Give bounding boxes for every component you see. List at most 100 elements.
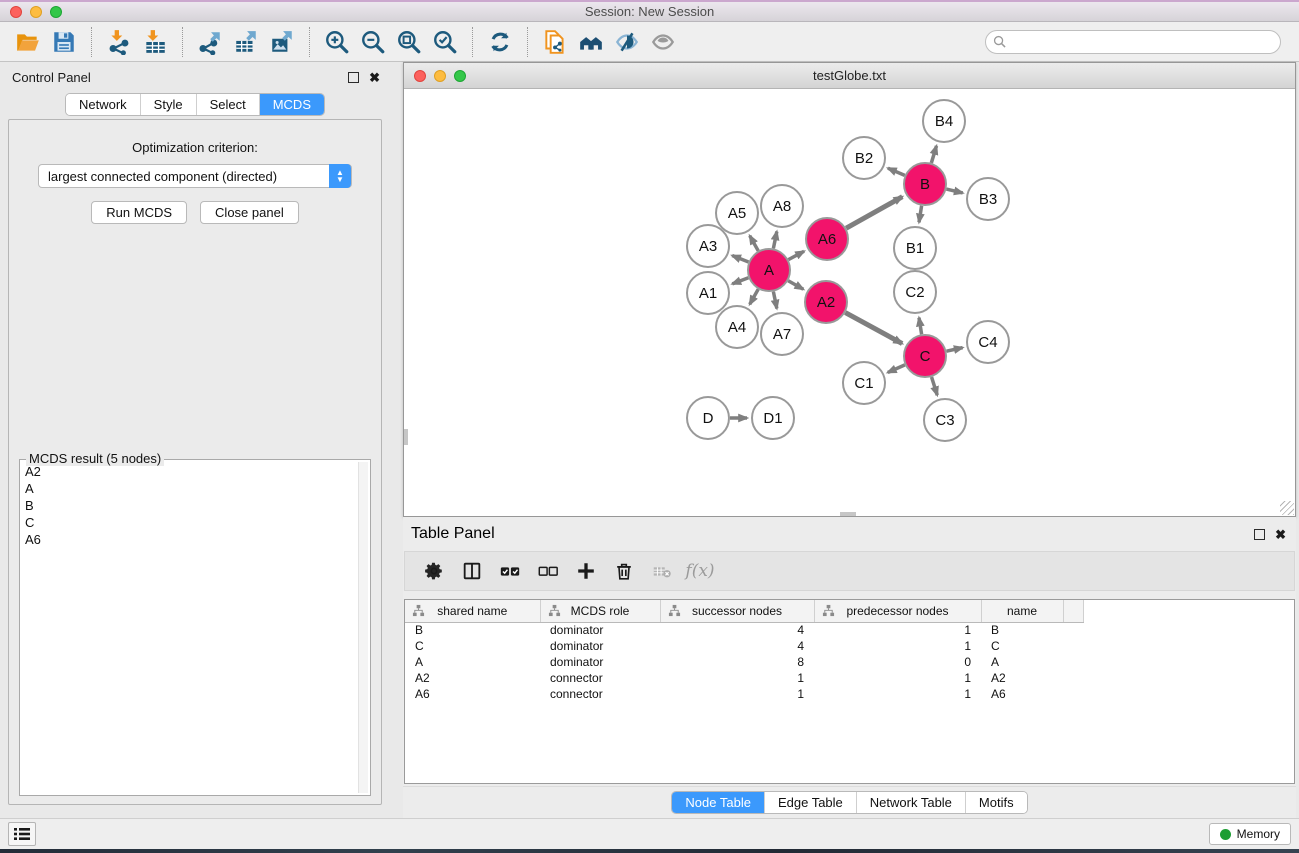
apply-layout-refresh-icon[interactable] — [482, 25, 518, 59]
select-all-icon[interactable] — [491, 554, 529, 588]
deselect-all-icon[interactable] — [529, 554, 567, 588]
tab-select[interactable]: Select — [196, 94, 259, 115]
zoom-out-icon[interactable] — [355, 25, 391, 59]
mcds-result-item[interactable]: A2 — [22, 463, 357, 480]
zoom-fit-icon[interactable] — [391, 25, 427, 59]
hide-graphics-details-icon[interactable] — [609, 25, 645, 59]
table-row[interactable]: Cdominator41C — [405, 638, 1083, 654]
column-header-predecessor-nodes[interactable]: predecessor nodes — [814, 600, 981, 622]
export-network-icon[interactable] — [192, 25, 228, 59]
graph-node-A3[interactable]: A3 — [687, 225, 729, 267]
tab-node-table[interactable]: Node Table — [672, 792, 764, 813]
close-panel-icon[interactable]: ✖ — [369, 72, 380, 83]
graph-node-A6[interactable]: A6 — [806, 218, 848, 260]
graph-node-C3[interactable]: C3 — [924, 399, 966, 441]
memory-button[interactable]: Memory — [1209, 823, 1291, 845]
result-scrollbar[interactable] — [358, 462, 368, 793]
tab-motifs[interactable]: Motifs — [965, 792, 1027, 813]
new-network-from-selection-icon[interactable] — [537, 25, 573, 59]
zoom-selected-icon[interactable] — [427, 25, 463, 59]
graph-edge-B-B3[interactable] — [946, 189, 962, 193]
import-table-icon[interactable] — [137, 25, 173, 59]
resize-grip[interactable] — [1280, 501, 1294, 515]
table-row[interactable]: A2connector11A2 — [405, 670, 1083, 686]
tab-mcds[interactable]: MCDS — [259, 94, 324, 115]
column-header-name[interactable]: name — [981, 600, 1063, 622]
graph-edge-A-A1[interactable] — [732, 278, 748, 284]
run-mcds-button[interactable]: Run MCDS — [91, 201, 187, 224]
close-table-panel-icon[interactable]: ✖ — [1275, 529, 1286, 540]
network-graph[interactable]: B4 B2 B B3 B1 A5A8A6 A3 A A1 A2 C2 A4A7 C4 C C1 C3 D D1 — [404, 89, 1294, 516]
graph-edge-C-C4[interactable] — [946, 348, 962, 352]
search-input[interactable] — [985, 30, 1281, 54]
graph-node-C4[interactable]: C4 — [967, 321, 1009, 363]
delete-column-icon[interactable] — [605, 554, 643, 588]
graph-edge-C-C1[interactable] — [888, 365, 905, 373]
graph-edge-A-A7[interactable] — [773, 292, 776, 309]
mcds-result-item[interactable]: B — [22, 497, 357, 514]
graph-edge-C-C3[interactable] — [932, 377, 938, 395]
horizontal-scroll-thumb[interactable] — [840, 512, 856, 516]
graph-edge-C-C2[interactable] — [919, 318, 922, 335]
task-history-icon[interactable] — [8, 822, 36, 846]
vertical-scroll-thumb[interactable] — [404, 429, 408, 445]
export-image-icon[interactable] — [264, 25, 300, 59]
graph-node-B4[interactable]: B4 — [923, 100, 965, 142]
open-file-icon[interactable] — [10, 25, 46, 59]
graph-node-D1[interactable]: D1 — [752, 397, 794, 439]
mcds-result-item[interactable]: A6 — [22, 531, 357, 548]
graph-edge-A-A6[interactable] — [788, 251, 804, 259]
export-table-icon[interactable] — [228, 25, 264, 59]
tab-network-table[interactable]: Network Table — [856, 792, 965, 813]
table-row[interactable]: A6connector11A6 — [405, 686, 1083, 702]
mcds-result-item[interactable]: A — [22, 480, 357, 497]
zoom-in-icon[interactable] — [319, 25, 355, 59]
network-window-titlebar[interactable]: testGlobe.txt — [404, 63, 1295, 89]
graph-node-A8[interactable]: A8 — [761, 185, 803, 227]
graph-node-A2[interactable]: A2 — [805, 281, 847, 323]
graph-node-A4[interactable]: A4 — [716, 306, 758, 348]
save-session-icon[interactable] — [46, 25, 82, 59]
graph-edge-B-B1[interactable] — [919, 206, 922, 223]
tab-style[interactable]: Style — [140, 94, 196, 115]
graph-edge-A2-C[interactable] — [845, 313, 902, 344]
graph-node-A5[interactable]: A5 — [716, 192, 758, 234]
graph-node-B3[interactable]: B3 — [967, 178, 1009, 220]
import-network-icon[interactable] — [101, 25, 137, 59]
graph-node-B2[interactable]: B2 — [843, 137, 885, 179]
graph-node-D[interactable]: D — [687, 397, 729, 439]
table-row[interactable]: Bdominator41B — [405, 622, 1083, 638]
graph-edge-A-A3[interactable] — [732, 256, 748, 262]
float-table-panel-icon[interactable] — [1254, 529, 1265, 540]
gear-icon[interactable] — [415, 554, 453, 588]
mcds-result-item[interactable]: C — [22, 514, 357, 531]
graph-edge-A-A8[interactable] — [773, 231, 776, 248]
float-panel-icon[interactable] — [348, 72, 359, 83]
graph-node-A7[interactable]: A7 — [761, 313, 803, 355]
graph-edge-B-B4[interactable] — [931, 146, 936, 163]
graph-node-A[interactable]: A — [748, 249, 790, 291]
graph-node-A1[interactable]: A1 — [687, 272, 729, 314]
close-panel-button[interactable]: Close panel — [200, 201, 299, 224]
column-header-mcds-role[interactable]: MCDS role — [540, 600, 660, 622]
column-header-shared-name[interactable]: shared name — [405, 600, 540, 622]
graph-node-C1[interactable]: C1 — [843, 362, 885, 404]
criterion-dropdown[interactable]: largest connected component (directed) ▲… — [38, 164, 352, 188]
tab-edge-table[interactable]: Edge Table — [764, 792, 856, 813]
table-row[interactable]: Adominator80A — [405, 654, 1083, 670]
column-header-successor-nodes[interactable]: successor nodes — [660, 600, 814, 622]
add-column-icon[interactable] — [567, 554, 605, 588]
graph-node-B1[interactable]: B1 — [894, 227, 936, 269]
graph-edge-A-A2[interactable] — [788, 281, 803, 290]
graph-node-B[interactable]: B — [904, 163, 946, 205]
tab-network[interactable]: Network — [66, 94, 140, 115]
column-view-icon[interactable] — [453, 554, 491, 588]
graph-edge-B-B2[interactable] — [888, 168, 905, 175]
graph-node-C[interactable]: C — [904, 335, 946, 377]
network-canvas[interactable]: B4 B2 B B3 B1 A5A8A6 A3 A A1 A2 C2 A4A7 C4 C C1 C3 D D1 — [404, 89, 1295, 516]
graph-node-C2[interactable]: C2 — [894, 271, 936, 313]
graph-edge-A-A5[interactable] — [750, 236, 759, 251]
graph-edge-A6-B[interactable] — [846, 197, 902, 229]
graph-edge-A-A4[interactable] — [750, 289, 759, 304]
first-neighbors-icon[interactable] — [573, 25, 609, 59]
